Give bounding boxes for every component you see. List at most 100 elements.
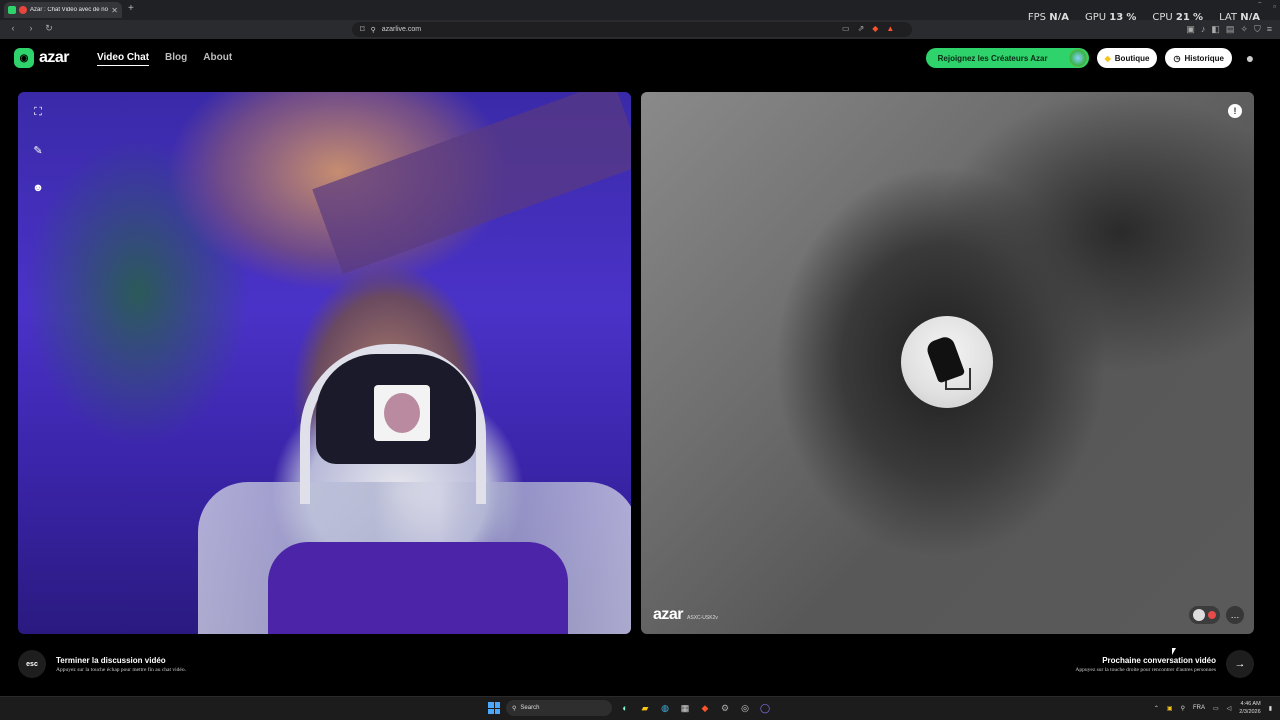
recording-icon: [19, 6, 27, 14]
history-button[interactable]: ◷ Historique: [1165, 48, 1232, 68]
logo-text: azar: [39, 49, 70, 66]
brave-shield-icon[interactable]: ◆: [872, 24, 878, 33]
tray-chevron-icon[interactable]: ⌃: [1154, 705, 1159, 712]
maximize-icon[interactable]: ▫: [1273, 2, 1276, 11]
next-chat-text: Prochaine conversation vidéo Appuyez sur…: [1075, 656, 1216, 673]
clock[interactable]: 4:46 AM 2/3/2026: [1239, 700, 1260, 716]
screenshot-icon[interactable]: ▣: [1186, 24, 1195, 35]
clock-time: 4:46 AM: [1240, 701, 1261, 707]
end-chat-title: Terminer la discussion vidéo: [56, 655, 166, 665]
nav-video-chat[interactable]: Video Chat: [97, 52, 150, 66]
cast-icon[interactable]: ▭: [842, 24, 850, 33]
report-shield-icon[interactable]: !: [1228, 104, 1242, 118]
obs-icon[interactable]: ◎: [738, 701, 752, 715]
profile-avatar-icon[interactable]: ●: [1240, 48, 1260, 68]
video-cap-patch: [374, 385, 430, 441]
wallet-icon[interactable]: ▤: [1226, 24, 1235, 35]
peer-avatar: [901, 316, 993, 408]
vpn-icon[interactable]: ⛉: [1254, 24, 1261, 35]
menu-icon[interactable]: ≡: [1267, 24, 1272, 35]
extension-icons: ▣ ♪ ◧ ▤ ✧ ⛉ ≡: [1186, 24, 1272, 35]
app-circle-icon[interactable]: ◯: [758, 701, 772, 715]
header-actions: Rejoignez les Créateurs Azar ◆ Boutique …: [925, 48, 1260, 68]
avatar-figure: [924, 334, 966, 384]
face-filter-icon[interactable]: ☻: [28, 180, 48, 196]
tray-app-icon[interactable]: ▣: [1167, 705, 1173, 712]
clock-icon: ◷: [1173, 53, 1181, 63]
end-chat-subtitle: Appuyez sur la touche échap pour mettre …: [56, 666, 186, 673]
reload-icon[interactable]: ↻: [42, 23, 56, 34]
next-chat-action[interactable]: Prochaine conversation vidéo Appuyez sur…: [1075, 650, 1254, 678]
nav-buttons: ‹ › ↻: [6, 23, 56, 34]
remote-video: ! azar ASXC-USK2v …: [641, 92, 1254, 634]
store-icon[interactable]: ▦: [678, 701, 692, 715]
video-background-art: [312, 92, 631, 275]
join-creators-label: Rejoignez les Créateurs Azar: [937, 53, 1048, 63]
heart-icon: [1208, 611, 1216, 619]
settings-icon[interactable]: ⚙: [718, 701, 732, 715]
url-actions: ▭ ⇗ ◆ ▲: [842, 24, 894, 33]
brave-rewards-icon[interactable]: ▲: [886, 24, 894, 33]
taskbar-apps: ⚲ Search ◐ ▰ ◍ ▦ ◆ ⚙ ◎ ◯: [488, 700, 772, 716]
local-video: [18, 92, 631, 634]
video-person-hoodie: [268, 542, 568, 634]
video-side-tools: ⛶ ✎ ☻: [28, 104, 48, 196]
favicon-icon: [8, 6, 16, 14]
window-controls: ‾ ▫: [1258, 2, 1276, 11]
chat-icon[interactable]: …: [1226, 606, 1244, 624]
end-chat-text: Terminer la discussion vidéo Appuyez sur…: [56, 656, 186, 673]
next-chat-subtitle: Appuyez sur la touche droite pour rencon…: [1075, 666, 1216, 673]
app-header: ◉ azar Video Chat Blog About Rejoignez l…: [0, 39, 1280, 81]
esc-key-button[interactable]: esc: [18, 650, 46, 678]
minimize-icon[interactable]: ‾: [1258, 2, 1261, 11]
file-explorer-icon[interactable]: ▰: [638, 701, 652, 715]
main-nav: Video Chat Blog About: [97, 52, 232, 66]
gem-icon: ◆: [1104, 53, 1111, 63]
new-tab-button[interactable]: +: [128, 3, 134, 14]
back-icon[interactable]: ‹: [6, 23, 20, 34]
system-tray: ⌃ ▣ ⚲ FRA ▭ ◁ 4:46 AM 2/3/2026 ▮: [1154, 700, 1272, 716]
shop-label: Boutique: [1114, 53, 1150, 63]
expand-icon[interactable]: ⛶: [28, 104, 48, 120]
end-chat-action[interactable]: esc Terminer la discussion vidéo Appuyez…: [18, 650, 186, 678]
nav-blog[interactable]: Blog: [165, 52, 187, 66]
volume-icon[interactable]: ◁: [1227, 705, 1232, 712]
next-chat-title: Prochaine conversation vidéo: [1102, 655, 1216, 665]
browser-tab[interactable]: Azar : Chat Vidéo avec de no ✕: [4, 2, 122, 18]
site-info-icon[interactable]: ⚲: [371, 26, 376, 34]
url-field[interactable]: ⌑ ⚲ azarlive.com: [352, 22, 912, 37]
share-icon[interactable]: ⇗: [858, 24, 865, 33]
magic-wand-icon[interactable]: ✎: [28, 142, 48, 158]
address-bar-row: ‹ › ↻ ⌑ ⚲ azarlive.com ▭ ⇗ ◆ ▲: [0, 20, 1280, 39]
mouse-cursor: [1172, 648, 1176, 655]
copilot-icon[interactable]: ◐: [618, 701, 632, 715]
remote-controls: …: [1189, 606, 1244, 624]
language-indicator[interactable]: FRA: [1193, 705, 1205, 711]
shop-button[interactable]: ◆ Boutique: [1096, 48, 1158, 68]
music-icon[interactable]: ♪: [1201, 24, 1206, 35]
close-tab-icon[interactable]: ✕: [111, 6, 118, 15]
forward-icon[interactable]: ›: [24, 23, 38, 34]
notification-icon[interactable]: ▮: [1269, 705, 1272, 712]
windows-icon[interactable]: [488, 702, 500, 714]
gift-icon: [1193, 609, 1205, 621]
url-text: azarlive.com: [381, 26, 422, 33]
taskbar-search-label: Search: [520, 705, 540, 711]
clock-date: 2/3/2026: [1239, 709, 1261, 715]
watermark-logo: azar: [653, 606, 684, 623]
join-creators-button[interactable]: Rejoignez les Créateurs Azar: [925, 48, 1089, 68]
gift-controls[interactable]: [1189, 606, 1220, 624]
creators-badge-icon: [1068, 49, 1087, 67]
arrow-right-icon[interactable]: →: [1226, 650, 1254, 678]
nav-about[interactable]: About: [203, 52, 232, 66]
ai-icon[interactable]: ✧: [1240, 24, 1248, 35]
taskbar-search[interactable]: ⚲ Search: [506, 700, 612, 716]
azar-logo[interactable]: ◉ azar: [14, 48, 70, 68]
sidebar-icon[interactable]: ◧: [1211, 24, 1220, 35]
tray-mic-icon[interactable]: ⚲: [1181, 705, 1185, 712]
network-icon[interactable]: ▭: [1213, 705, 1219, 712]
azar-logo-icon: ◉: [14, 48, 34, 68]
edge-icon[interactable]: ◍: [658, 701, 672, 715]
brave-icon[interactable]: ◆: [698, 701, 712, 715]
bookmark-icon[interactable]: ⌑: [360, 24, 365, 35]
